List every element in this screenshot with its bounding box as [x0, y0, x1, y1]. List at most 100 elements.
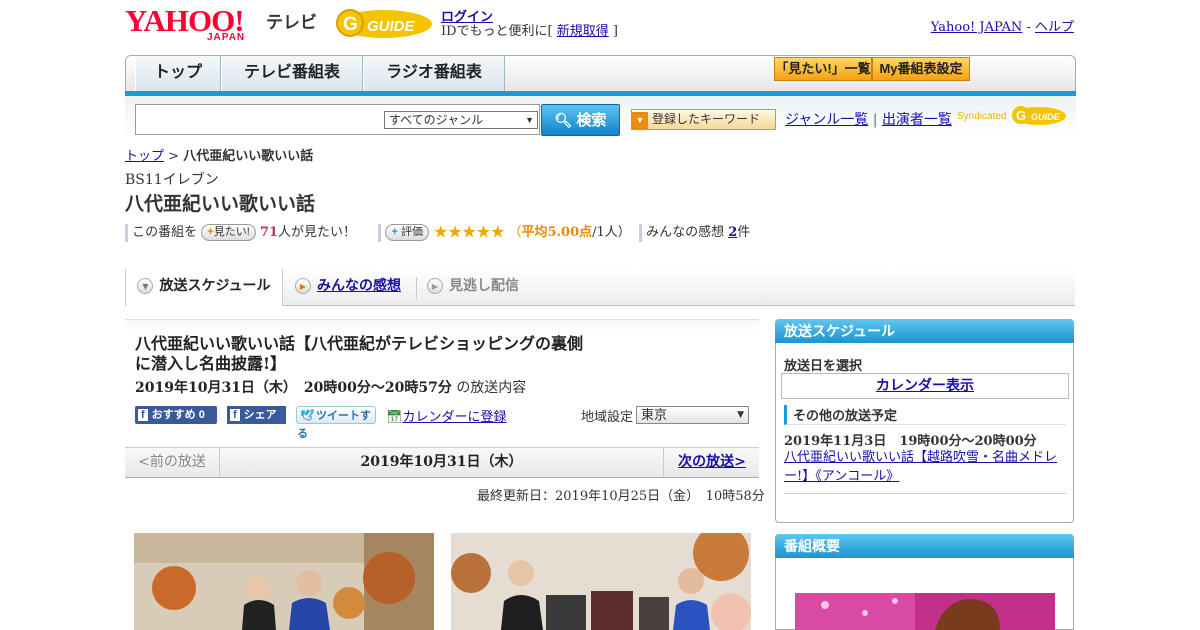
next-broadcast-link[interactable]: 次の放送>: [678, 454, 746, 470]
gguide-logo[interactable]: G GUIDE: [334, 6, 434, 40]
service-name: テレビ: [266, 13, 317, 32]
tab-schedule[interactable]: ▼ 放送スケジュール: [125, 269, 283, 306]
divider: [784, 493, 1066, 494]
tab-reviews[interactable]: ▶ みんなの感想: [295, 269, 415, 305]
search-button[interactable]: 🔍︎ 検索: [541, 104, 620, 136]
id-promo-text: IDでもっと便利に[: [441, 24, 557, 39]
facebook-icon: f: [230, 409, 240, 421]
logo-subtext: JAPAN: [207, 32, 246, 43]
episode-date-suffix: の放送内容: [456, 380, 527, 396]
episode-title: 八代亜紀いい歌いい話【八代亜紀がテレビショッピングの裏側に潜入し名曲披露!】: [135, 334, 584, 373]
svg-text:G: G: [343, 14, 358, 35]
sidebar-overview-header: 番組概要: [775, 534, 1074, 558]
select-date-label: 放送日を選択: [784, 359, 863, 374]
facebook-recommend-button[interactable]: f おすすめ 0: [135, 406, 217, 424]
breadcrumb: トップ > 八代亜紀いい歌いい話: [125, 145, 313, 164]
mitai-count: 71: [259, 225, 279, 240]
mitai-prefix: この番組を: [132, 225, 198, 240]
breadcrumb-current: 八代亜紀いい歌いい話: [183, 149, 314, 164]
my-bangumi-button[interactable]: My番組表設定: [872, 57, 970, 81]
search-icon: 🔍︎: [554, 112, 573, 128]
program-meta: この番組を +見たい! 71人が見たい！ + 評価 ★★★★★ （平均5.00点…: [125, 221, 825, 243]
twitter-bird-icon: 🕊︎: [300, 410, 314, 422]
play-icon: ▶: [295, 278, 311, 294]
plus-icon: +: [391, 226, 398, 238]
tab-reviews-label[interactable]: みんなの感想: [317, 278, 401, 294]
avg-open: （: [508, 225, 522, 240]
divider: [125, 223, 128, 242]
region-label: 地域設定: [581, 410, 634, 425]
facebook-recommend-label: おすすめ 0: [151, 409, 205, 421]
calendar-register-link[interactable]: カレンダーに登録: [403, 410, 507, 425]
link-separator: -: [1022, 20, 1035, 35]
broadcast-pager: <前の放送 2019年10月31日（木） 次の放送>: [125, 447, 759, 478]
svg-text:G: G: [1016, 108, 1026, 123]
sidebar-overview-box: [775, 558, 1074, 630]
chevron-down-icon: ▼: [737, 410, 744, 420]
program-tabs: ▼ 放送スケジュール ▶ みんなの感想 ▶ 見逃し配信: [125, 269, 1075, 306]
chevron-down-icon: ▼: [137, 278, 154, 294]
page-title: 八代亜紀いい歌いい話: [125, 193, 316, 215]
other-broadcast-link[interactable]: 八代亜紀いい歌いい話【越路吹雪・名曲メドレー!】《アンコール》: [784, 450, 1057, 484]
yahoo-japan-link[interactable]: Yahoo! JAPAN: [931, 20, 1023, 35]
breadcrumb-top[interactable]: トップ: [125, 149, 164, 164]
next-broadcast[interactable]: 次の放送>: [663, 448, 760, 477]
episode-photo-2[interactable]: [451, 533, 751, 630]
nav-tab-top[interactable]: トップ: [135, 56, 221, 92]
chevron-down-icon: ▼: [525, 115, 534, 125]
other-broadcast-date: 2019年11月3日 19時00分～20時00分: [784, 434, 1037, 449]
id-promo-close: ]: [608, 24, 618, 39]
id-promo: IDでもっと便利に[ 新規取得 ]: [441, 20, 618, 39]
channel-name: BS11イレブン: [125, 172, 219, 188]
search-sublinks: ジャンル一覧 | 出演者一覧: [785, 109, 952, 129]
tab-schedule-label: 放送スケジュール: [159, 278, 271, 294]
divider: [638, 223, 642, 242]
divider: |: [872, 112, 878, 128]
nav-tab-tv-guide[interactable]: テレビ番組表: [221, 56, 363, 92]
syndicated-label: Syndicated: [957, 111, 1007, 122]
episode-date: 2019年10月31日（木） 20時00分～20時57分 の放送内容: [135, 377, 526, 397]
triangle-down-icon: ▼: [632, 112, 648, 129]
yahoo-japan-logo[interactable]: YAHOO! JAPAN: [125, 5, 265, 43]
rate-button[interactable]: + 評価: [385, 224, 429, 241]
breadcrumb-sep: >: [164, 149, 184, 164]
mitai-button[interactable]: +見たい!: [201, 224, 256, 241]
tweet-button[interactable]: 🕊︎ ツイートする: [296, 406, 376, 440]
rating-stars: ★★★★★: [433, 222, 505, 243]
rating-count: /1人）: [592, 225, 631, 240]
average-score: 平均5.00点: [521, 225, 593, 240]
performers-link[interactable]: 出演者一覧: [882, 112, 952, 128]
nav-tab-radio-guide[interactable]: ラジオ番組表: [363, 56, 505, 92]
help-link[interactable]: ヘルプ: [1035, 20, 1074, 35]
facebook-share-button[interactable]: f シェア: [227, 406, 286, 424]
divider: [378, 223, 382, 242]
top-links: Yahoo! JAPAN - ヘルプ: [931, 16, 1074, 35]
genre-list-link[interactable]: ジャンル一覧: [785, 112, 868, 128]
calendar-icon: 📅︎: [386, 410, 403, 425]
episode-date-value: 2019年10月31日（木） 20時00分～20時57分: [135, 380, 452, 396]
mitai-list-button[interactable]: 「見たい!」一覧: [774, 57, 872, 81]
facebook-share-label: シェア: [243, 409, 277, 421]
keyword-button[interactable]: ▼ 登録したキーワード: [631, 109, 776, 130]
genre-select[interactable]: すべてのジャンル ▼: [384, 111, 538, 129]
current-broadcast: 2019年10月31日（木）: [360, 454, 523, 470]
calendar-display-link[interactable]: カレンダー表示: [876, 378, 974, 394]
prev-broadcast[interactable]: <前の放送: [125, 448, 220, 477]
region-select[interactable]: 東京 ▼: [636, 406, 749, 424]
mitai-suffix: 人が見たい！: [278, 225, 357, 240]
genre-select-value: すべてのジャンル: [389, 113, 484, 127]
tab-missed[interactable]: ▶ 見逃し配信: [427, 269, 547, 305]
episode-photo-1[interactable]: [134, 533, 434, 630]
region-select-value: 東京: [641, 408, 668, 423]
calendar-display[interactable]: カレンダー表示: [781, 373, 1069, 399]
other-broadcast-item: 八代亜紀いい歌いい話【越路吹雪・名曲メドレー!】《アンコール》: [784, 448, 1068, 486]
tab-missed-label: 見逃し配信: [449, 278, 519, 294]
other-broadcast-header: その他の放送予定: [784, 405, 1066, 425]
kanso-count-link[interactable]: 2: [728, 225, 737, 240]
last-updated: 最終更新日：2019年10月25日（金） 10時58分: [477, 489, 765, 504]
sidebar-schedule-header: 放送スケジュール: [775, 319, 1074, 343]
syndicated-gguide-logo: Syndicated G GUIDE: [957, 104, 1067, 126]
signup-link[interactable]: 新規取得: [557, 24, 609, 39]
rate-button-label: 評価: [400, 226, 423, 238]
svg-text:GUIDE: GUIDE: [367, 18, 416, 35]
